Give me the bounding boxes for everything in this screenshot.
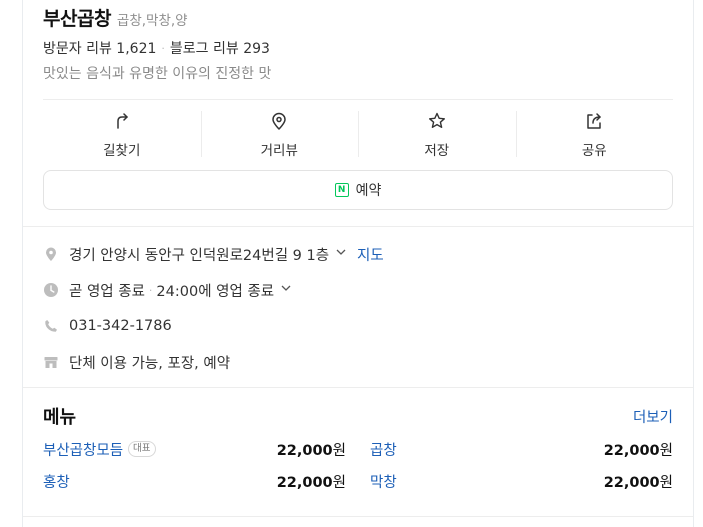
price-unit: 원: [659, 442, 673, 459]
menu-item-price: 22,000: [276, 442, 333, 459]
place-description: 맛있는 음식과 유명한 이유의 진정한 맛: [43, 66, 272, 82]
menu-item-price: 22,000: [603, 442, 660, 459]
action-bar: 길찾기 거리뷰 저장 공유: [43, 111, 673, 159]
hours-expand-icon[interactable]: [274, 282, 292, 298]
separator-dot: ·: [148, 283, 153, 297]
menu-item-price: 22,000: [603, 474, 660, 491]
visitor-reviews-link[interactable]: 방문자 리뷰 1,621: [43, 38, 156, 58]
hours-row[interactable]: 곧 영업 종료 · 24:00에 영업 종료: [43, 272, 673, 308]
amenities-row: 단체 이용 가능, 포장, 예약: [43, 344, 673, 380]
price-unit: 원: [659, 474, 673, 491]
street-view-label: 거리뷰: [260, 143, 298, 159]
divider: [43, 99, 673, 100]
price-unit: 원: [332, 442, 346, 459]
place-category: 곱창,막창,양: [116, 13, 188, 29]
review-stats: 방문자 리뷰 1,621 · 블로그 리뷰 293: [43, 39, 673, 57]
menu-list: 부산곱창모듬 대표 22,000원 곱창 22,000원 홍창 22,000원 막…: [43, 439, 673, 491]
reserve-button[interactable]: N 예약: [43, 170, 673, 210]
clock-icon: [43, 282, 59, 298]
star-icon: [427, 111, 447, 131]
menu-item[interactable]: 곱창 22,000원: [370, 439, 673, 459]
share-label: 공유: [581, 143, 607, 159]
menu-section: 메뉴 더보기 부산곱창모듬 대표 22,000원 곱창 22,000원 홍창 22…: [43, 403, 673, 491]
menu-item[interactable]: 부산곱창모듬 대표 22,000원: [43, 439, 346, 459]
separator-dot: ·: [161, 41, 165, 55]
directions-label: 길찾기: [103, 143, 141, 159]
info-section: 경기 안양시 동안구 인덕원로24번길 9 1층 지도 곧 영업 종료 · 24…: [43, 236, 673, 380]
section-divider: [23, 226, 693, 227]
address-row: 경기 안양시 동안구 인덕원로24번길 9 1층 지도: [43, 236, 673, 272]
signature-badge: 대표: [128, 441, 156, 457]
amenities-text: 단체 이용 가능, 포장, 예약: [69, 355, 231, 372]
menu-item-name: 홍창: [43, 474, 70, 491]
map-link[interactable]: 지도: [357, 244, 384, 265]
price-unit: 원: [332, 474, 346, 491]
place-panel: 부산곱창 곱창,막창,양 방문자 리뷰 1,621 · 블로그 리뷰 293 맛…: [22, 0, 694, 527]
directions-icon: [112, 111, 132, 131]
menu-item-name: 막창: [370, 474, 397, 491]
blog-reviews-link[interactable]: 블로그 리뷰 293: [170, 38, 270, 58]
share-button[interactable]: 공유: [515, 111, 674, 159]
phone-icon: [43, 318, 59, 334]
address-text: 경기 안양시 동안구 인덕원로24번길 9 1층: [69, 247, 330, 264]
menu-title: 메뉴: [43, 407, 77, 428]
menu-more-link[interactable]: 더보기: [633, 406, 673, 427]
section-divider: [23, 387, 693, 388]
save-label: 저장: [424, 143, 450, 159]
store-icon: [43, 354, 59, 370]
map-pin-icon: [269, 111, 289, 131]
address-expand-icon[interactable]: [329, 246, 347, 262]
naver-booking-icon: N: [334, 183, 349, 197]
street-view-button[interactable]: 거리뷰: [200, 111, 359, 159]
section-divider: [23, 516, 693, 517]
menu-item-name: 부산곱창모듬: [43, 442, 124, 459]
hours-detail: 24:00에 영업 종료: [156, 283, 275, 300]
save-button[interactable]: 저장: [358, 111, 516, 159]
menu-item-name: 곱창: [370, 442, 397, 459]
location-icon: [43, 246, 59, 262]
menu-item[interactable]: 홍창 22,000원: [43, 471, 346, 491]
place-name: 부산곱창: [43, 8, 111, 30]
phone-number[interactable]: 031-342-1786: [69, 318, 172, 334]
hours-status: 곧 영업 종료: [69, 283, 145, 300]
reserve-label: 예약: [355, 183, 382, 199]
phone-row: 031-342-1786: [43, 308, 673, 344]
share-icon: [584, 111, 604, 131]
directions-button[interactable]: 길찾기: [43, 111, 201, 159]
place-header: 부산곱창 곱창,막창,양 방문자 리뷰 1,621 · 블로그 리뷰 293 맛…: [43, 4, 673, 82]
menu-item[interactable]: 막창 22,000원: [370, 471, 673, 491]
menu-item-price: 22,000: [276, 474, 333, 491]
